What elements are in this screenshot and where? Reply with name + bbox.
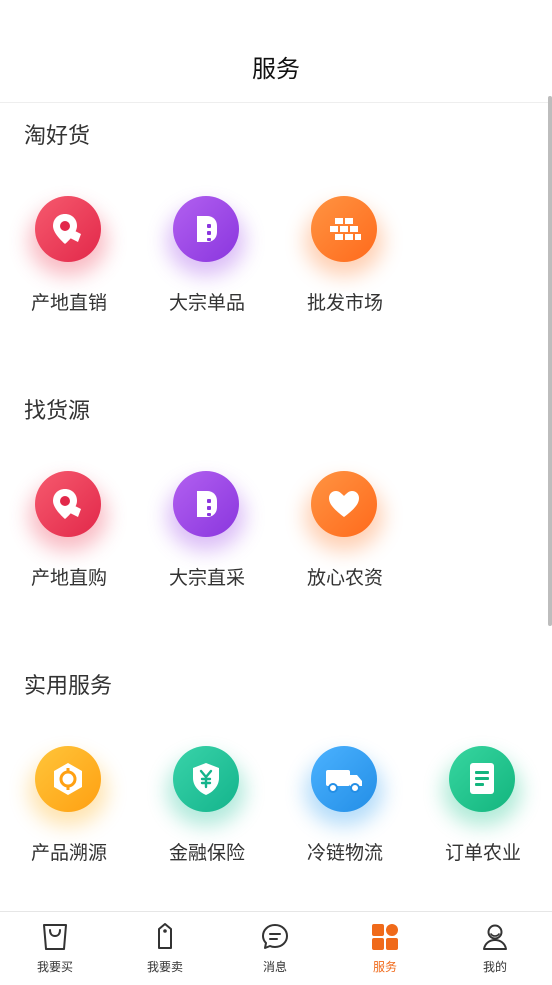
page-title: 服务 [252,55,300,83]
service-tile-lenglian-wuliu[interactable]: 冷链物流 [276,746,414,896]
service-tile-dingdan-nongye[interactable]: 订单农业 [414,746,552,896]
tile-label: 放心农资 [306,567,383,589]
tab-label: 我的 [482,960,507,974]
price-tag-icon [158,923,172,949]
tile-label: 大宗直采 [168,567,245,589]
tab-label: 服务 [372,960,397,974]
bricks-icon [330,218,361,240]
clipboard-icon [470,763,494,794]
bulk-bag-icon [197,216,217,242]
service-tile-pifa-shichang[interactable]: 批发市场 [276,196,414,346]
tile-label: 大宗单品 [168,292,245,314]
heart-icon [329,491,359,517]
service-tile-chanpin-suyuan[interactable]: 产品溯源 [0,746,138,896]
tab-label: 我要卖 [146,960,183,974]
section-title: 实用服务 [24,674,113,699]
tab-services[interactable]: 服务 [330,912,440,985]
service-tile-dazong-danpin[interactable]: 大宗单品 [138,196,276,346]
tile-label: 产地直购 [30,567,107,589]
bulk-bag-icon [197,491,217,517]
truck-icon [326,770,362,793]
section-title: 找货源 [24,399,91,424]
tab-mine[interactable]: 我的 [440,912,550,985]
header-bar: 服务 [0,0,552,103]
section-title: 淘好货 [24,124,91,149]
tile-label: 订单农业 [444,842,521,864]
shopping-bag-icon [43,924,67,950]
location-pin-icon [53,489,81,519]
yuan-shield-icon [193,763,219,795]
tile-label: 产地直销 [30,292,107,314]
service-tile-chandi-zhigou[interactable]: 产地直购 [0,471,138,621]
tile-label: 产品溯源 [30,842,107,864]
target-icon [54,763,82,795]
service-tile-dazong-zhicai[interactable]: 大宗直采 [138,471,276,621]
service-tile-fangxin-nongzi[interactable]: 放心农资 [276,471,414,621]
tab-sell[interactable]: 我要卖 [110,912,220,985]
bottom-tab-bar: 我要买 我要卖 消息 服务 我的 [0,911,552,985]
user-icon [483,924,507,950]
tile-label: 批发市场 [306,292,383,314]
service-tile-chandi-zhixiao[interactable]: 产地直销 [0,196,138,346]
location-pin-icon [53,214,81,244]
tile-label: 冷链物流 [306,842,383,864]
tab-label: 消息 [262,960,287,974]
tab-buy[interactable]: 我要买 [0,912,110,985]
tile-label: 金融保险 [168,842,245,864]
grid-icon [372,924,398,950]
service-tile-jinrong-baoxian[interactable]: 金融保险 [138,746,276,896]
scrollbar[interactable] [548,96,552,626]
chat-bubble-icon [262,924,288,949]
tab-messages[interactable]: 消息 [220,912,330,985]
tab-label: 我要买 [36,960,73,974]
